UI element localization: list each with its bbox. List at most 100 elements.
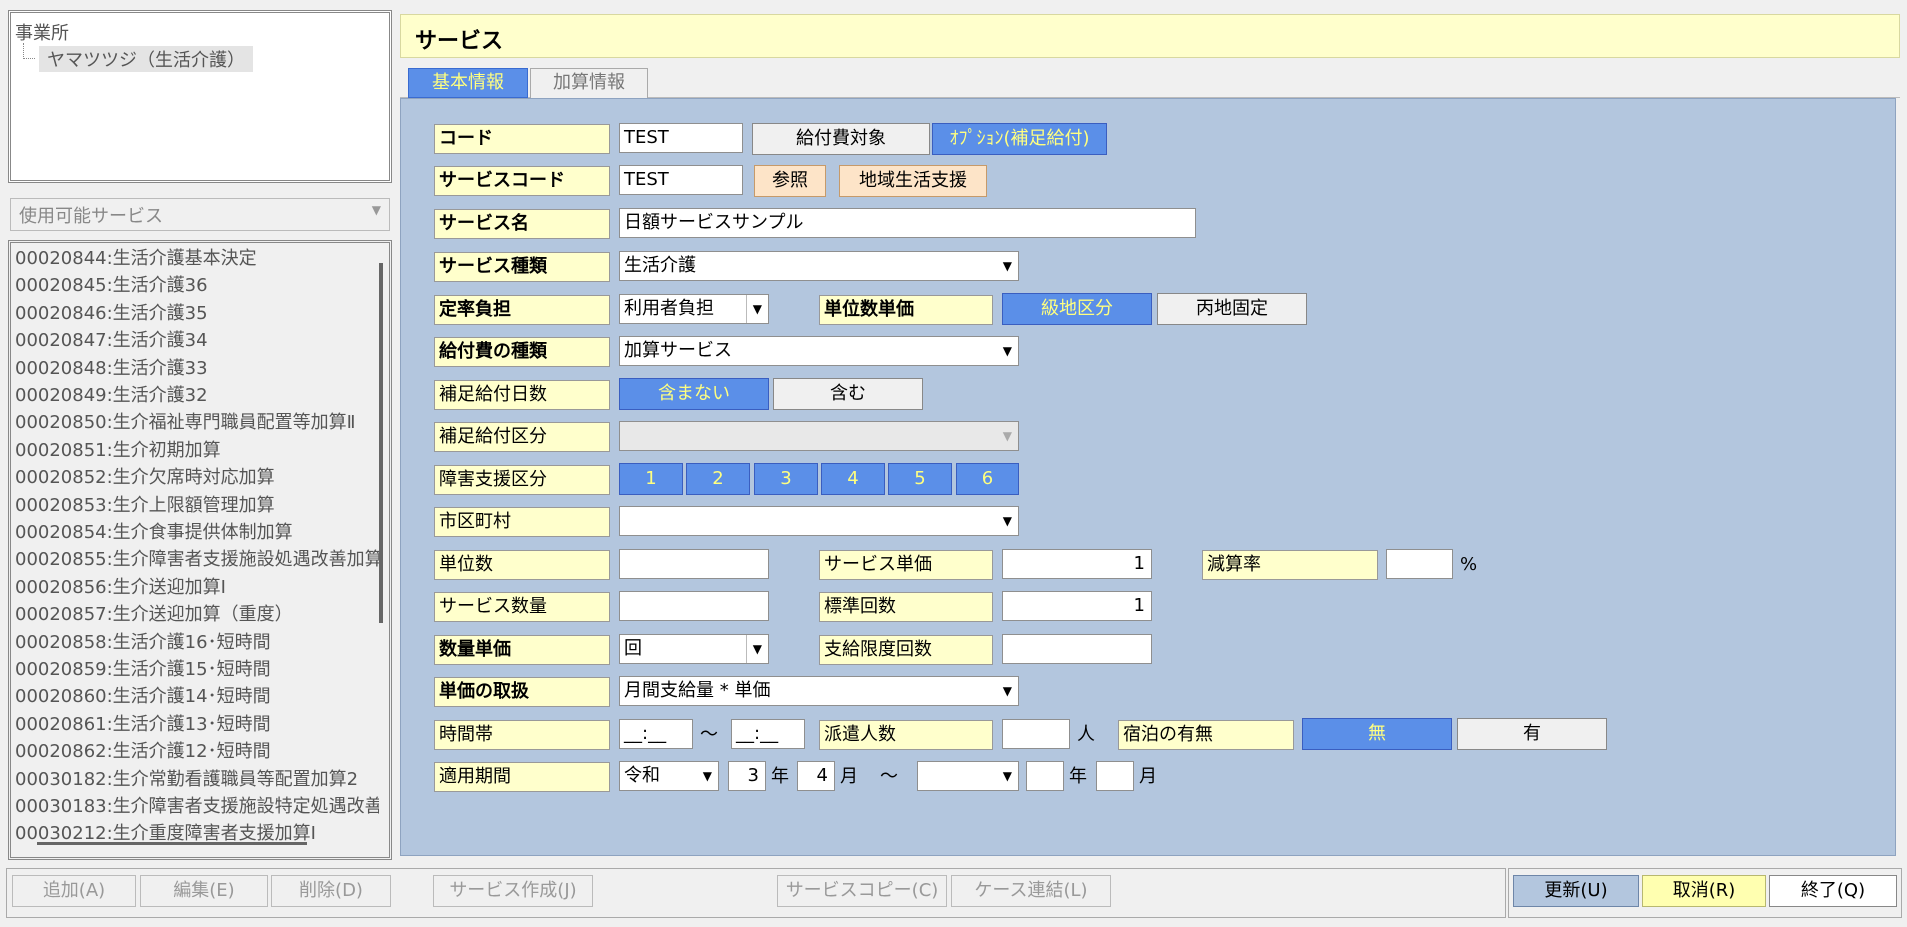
list-horizontal-scrollbar[interactable] — [37, 842, 307, 845]
units-input[interactable] — [619, 549, 769, 579]
list-item[interactable]: 00030183:生介障害者支援施設特定処遇改善 — [15, 793, 379, 820]
not-included-button[interactable]: 含まない — [619, 378, 769, 410]
cancel-button[interactable]: 取消(R) — [1642, 875, 1766, 907]
month-unit: 月 — [840, 766, 858, 787]
tree-root[interactable]: 事業所 — [15, 19, 69, 45]
price-handling-select[interactable]: 月間支給量 * 単価 ▼ — [619, 676, 1019, 706]
list-item[interactable]: 00020861:生活介護13･短時間 — [15, 711, 379, 738]
list-item[interactable]: 00020858:生活介護16･短時間 — [15, 629, 379, 656]
service-code-input[interactable]: TEST — [619, 165, 743, 195]
tree-item-office[interactable]: ヤマツツジ（生活介護） — [39, 46, 253, 72]
list-item[interactable]: 00020855:生介障害者支援施設処遇改善加算 — [15, 546, 379, 573]
list-item[interactable]: 00020844:生活介護基本決定 — [15, 245, 379, 272]
tab-basic-info[interactable]: 基本情報 — [408, 68, 528, 98]
tab-addition-info[interactable]: 加算情報 — [530, 68, 648, 98]
chevron-down-icon: ▼ — [1002, 259, 1012, 273]
time-range-separator: ～ — [700, 724, 718, 745]
period-to-year-input[interactable] — [1026, 761, 1064, 791]
list-item[interactable]: 00020846:生活介護35 — [15, 300, 379, 327]
update-button[interactable]: 更新(U) — [1513, 875, 1639, 907]
municipality-select[interactable]: ▼ — [619, 506, 1019, 536]
fixed-rate-label: 定率負担 — [434, 295, 610, 325]
list-item[interactable]: 00020853:生介上限額管理加算 — [15, 492, 379, 519]
period-to-era-select[interactable]: ▼ — [917, 761, 1019, 791]
grade-area-button[interactable]: 級地区分 — [1002, 293, 1152, 325]
office-tree[interactable]: 事業所 ヤマツツジ（生活介護） — [8, 10, 392, 183]
benefit-type-select[interactable]: 加算サービス ▼ — [619, 336, 1019, 366]
header-bar: サービス — [400, 14, 1900, 58]
unit-price-label: 単位数単価 — [819, 295, 993, 325]
add-button[interactable]: 追加(A) — [12, 875, 136, 907]
bottom-toolbar: 追加(A) 編集(E) 削除(D) サービス作成(J) サービスコピー(C) ケ… — [0, 862, 1907, 927]
level-3-button[interactable]: 3 — [754, 463, 818, 495]
standard-count-input[interactable]: 1 — [1002, 591, 1152, 621]
list-item[interactable]: 00020860:生活介護14･短時間 — [15, 683, 379, 710]
dispatch-count-input[interactable] — [1002, 719, 1070, 749]
list-vertical-scrollbar[interactable] — [379, 263, 383, 623]
time-zone-label: 時間帯 — [434, 720, 610, 750]
period-to-month-input[interactable] — [1096, 761, 1134, 791]
regional-support-button[interactable]: 地域生活支援 — [839, 165, 987, 197]
time-from-input[interactable]: __:__ — [619, 719, 693, 749]
level-1-button[interactable]: 1 — [619, 463, 683, 495]
available-services-select[interactable]: 使用可能サービス ▼ — [10, 198, 390, 231]
list-item[interactable]: 00020845:生活介護36 — [15, 272, 379, 299]
person-unit: 人 — [1077, 724, 1095, 745]
edit-button[interactable]: 編集(E) — [140, 875, 268, 907]
included-button[interactable]: 含む — [773, 378, 923, 410]
list-item[interactable]: 00030182:生介常勤看護職員等配置加算2 — [15, 766, 379, 793]
supp-category-label: 補足給付区分 — [434, 422, 610, 452]
list-item[interactable]: 00020854:生介食事提供体制加算 — [15, 519, 379, 546]
overnight-no-button[interactable]: 無 — [1302, 718, 1452, 750]
supp-category-select[interactable]: ▼ — [619, 421, 1019, 451]
time-to-input[interactable]: __:__ — [731, 719, 805, 749]
service-type-label: サービス種類 — [434, 252, 610, 282]
list-item[interactable]: 00020859:生活介護15･短時間 — [15, 656, 379, 683]
benefit-target-button[interactable]: 給付費対象 — [752, 123, 930, 155]
chevron-down-icon: ▼ — [1002, 514, 1012, 528]
level-6-button[interactable]: 6 — [956, 463, 1019, 495]
service-quantity-input[interactable] — [619, 591, 769, 621]
level-2-button[interactable]: 2 — [686, 463, 750, 495]
fixed-area-button[interactable]: 丙地固定 — [1157, 293, 1307, 325]
chevron-down-icon: ▼ — [745, 295, 762, 323]
level-4-button[interactable]: 4 — [821, 463, 885, 495]
list-item[interactable]: 00020862:生活介護12･短時間 — [15, 738, 379, 765]
payment-limit-label: 支給限度回数 — [819, 635, 993, 665]
period-from-era-select[interactable]: 令和 ▼ — [619, 761, 719, 791]
disability-level-label: 障害支援区分 — [434, 465, 610, 495]
period-from-year-input[interactable]: 3 — [728, 761, 766, 791]
list-item[interactable]: 00020851:生介初期加算 — [15, 437, 379, 464]
list-item[interactable]: 00020852:生介欠席時対応加算 — [15, 464, 379, 491]
service-type-select[interactable]: 生活介護 ▼ — [619, 251, 1019, 281]
copy-service-button[interactable]: サービスコピー(C) — [777, 875, 947, 907]
level-5-button[interactable]: 5 — [888, 463, 952, 495]
service-unit-price-input[interactable]: 1 — [1002, 549, 1152, 579]
create-service-button[interactable]: サービス作成(J) — [433, 875, 593, 907]
reference-button[interactable]: 参照 — [754, 165, 826, 197]
reduction-rate-input[interactable] — [1386, 549, 1453, 579]
list-item[interactable]: 00020850:生介福祉専門職員配置等加算Ⅱ — [15, 409, 379, 436]
quantity-unit-price-select[interactable]: 回 ▼ — [619, 634, 769, 664]
case-link-button[interactable]: ケース連結(L) — [951, 875, 1111, 907]
list-item[interactable]: 00020847:生活介護34 — [15, 327, 379, 354]
exit-button[interactable]: 終了(Q) — [1769, 875, 1897, 907]
benefit-type-label: 給付費の種類 — [434, 337, 610, 367]
period-from-month-input[interactable]: 4 — [797, 761, 835, 791]
overnight-yes-button[interactable]: 有 — [1457, 718, 1607, 750]
price-handling-label: 単価の取扱 — [434, 677, 610, 707]
list-item[interactable]: 00020849:生活介護32 — [15, 382, 379, 409]
list-item[interactable]: 00020856:生介送迎加算Ⅰ — [15, 574, 379, 601]
service-name-input[interactable]: 日額サービスサンプル — [619, 208, 1196, 238]
payment-limit-input[interactable] — [1002, 634, 1152, 664]
period-range-separator: ～ — [880, 766, 898, 787]
list-item[interactable]: 00020848:生活介護33 — [15, 355, 379, 382]
option-supplementary-button[interactable]: ｵﾌﾟｼｮﾝ(補足給付) — [932, 123, 1107, 155]
code-input[interactable]: TEST — [619, 123, 743, 153]
fixed-rate-select[interactable]: 利用者負担 ▼ — [619, 294, 769, 324]
code-label: コード — [434, 124, 610, 154]
list-item[interactable]: 00020857:生介送迎加算（重度） — [15, 601, 379, 628]
service-list[interactable]: 00020844:生活介護基本決定 00020845:生活介護36 00020846… — [8, 240, 392, 860]
delete-button[interactable]: 削除(D) — [271, 875, 391, 907]
chevron-down-icon: ▼ — [1002, 429, 1012, 443]
